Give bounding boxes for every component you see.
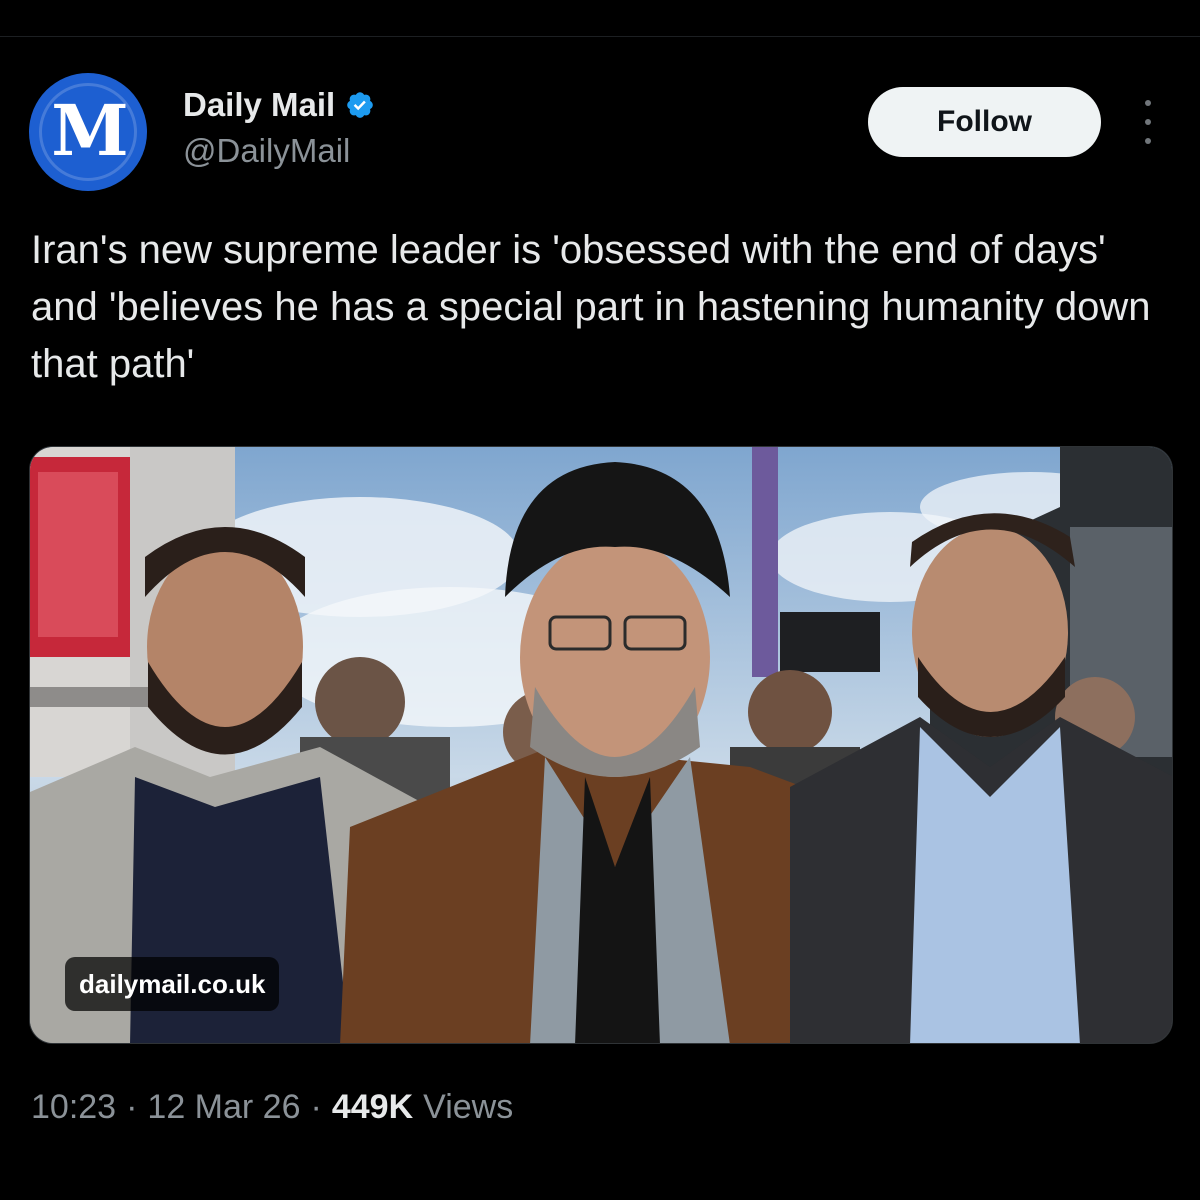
views-label[interactable]: Views — [423, 1088, 513, 1127]
account-name-row[interactable]: Daily Mail — [183, 86, 375, 124]
views-count[interactable]: 449K — [332, 1088, 413, 1127]
tweet-media[interactable] — [29, 446, 1173, 1044]
follow-button[interactable]: Follow — [868, 87, 1101, 157]
verified-badge-icon — [347, 92, 374, 118]
meta-separator: · — [310, 1088, 322, 1126]
tweet-text: Iran's new supreme leader is 'obsessed w… — [31, 228, 1151, 386]
account-handle[interactable]: @DailyMail — [183, 132, 350, 170]
meta-separator: · — [126, 1088, 138, 1126]
more-dot — [1145, 100, 1151, 106]
news-photo — [30, 447, 1172, 1043]
more-dot — [1145, 138, 1151, 144]
account-name[interactable]: Daily Mail — [183, 86, 335, 124]
tweet-time[interactable]: 10:23 — [31, 1088, 116, 1127]
tweet-date[interactable]: 12 Mar 26 — [147, 1088, 300, 1127]
avatar[interactable]: M — [29, 73, 147, 191]
more-options-icon[interactable] — [1136, 100, 1160, 144]
tweet-meta: 10:23 · 12 Mar 26 · 449K Views — [31, 1088, 513, 1127]
avatar-ring — [39, 83, 137, 181]
top-divider — [0, 36, 1200, 37]
link-domain-badge[interactable]: dailymail.co.uk — [65, 957, 280, 1011]
more-dot — [1145, 119, 1151, 125]
